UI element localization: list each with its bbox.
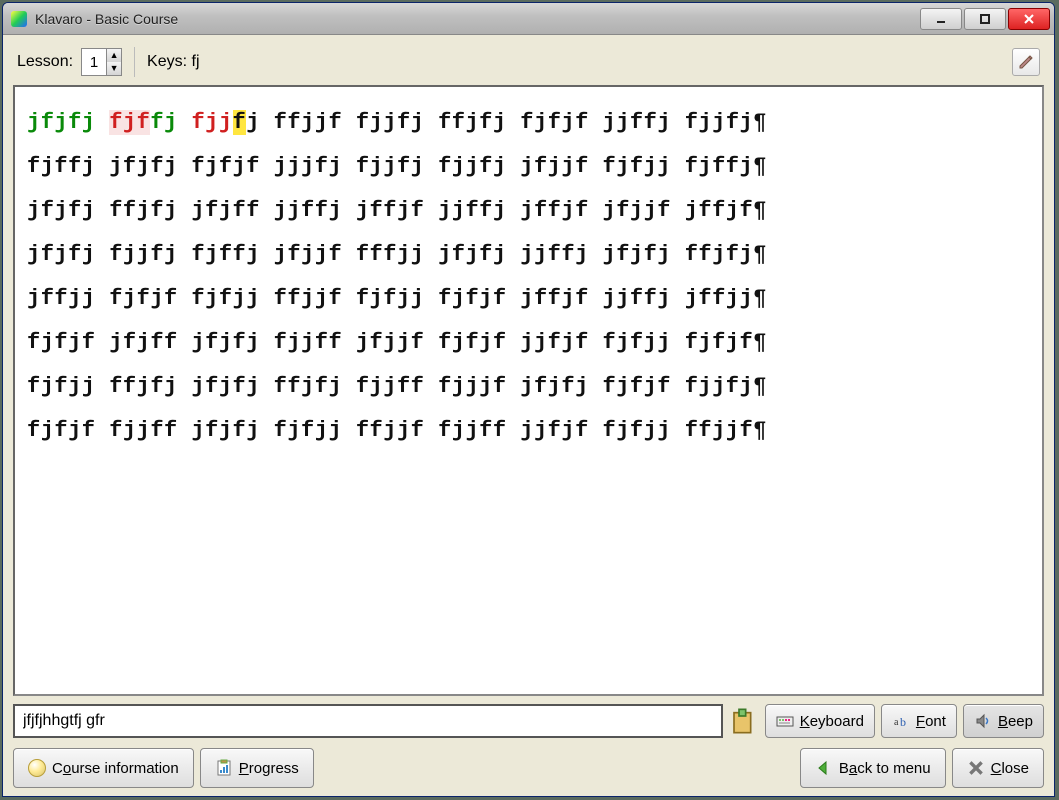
back-to-menu-button[interactable]: Back to menu xyxy=(800,748,946,788)
text-line-5: jffjj fjfjf fjfjj ffjjf fjfjj fjfjf jffj… xyxy=(27,277,1030,321)
text-line-1: jfjfj fjffj fjjfj ffjjf fjjfj ffjfj fjfj… xyxy=(27,101,1030,145)
beep-button[interactable]: Beep xyxy=(963,704,1044,738)
lightbulb-icon xyxy=(28,759,46,777)
font-button[interactable]: ab Font xyxy=(881,704,957,738)
lesson-spinner[interactable]: ▲ ▼ xyxy=(81,48,122,76)
window-controls xyxy=(920,8,1050,30)
text-line-4: jfjfj fjjfj fjffj jfjjf fffjj jfjfj jjff… xyxy=(27,233,1030,277)
lesson-text-area: jfjfj fjffj fjjfj ffjjf fjjfj ffjfj fjfj… xyxy=(13,85,1044,696)
text-line-8: fjfjf fjjff jfjfj fjfjj ffjjf fjjff jjfj… xyxy=(27,409,1030,453)
typing-cursor: f xyxy=(233,110,247,135)
text-line-3: jfjfj ffjfj jfjff jjffj jffjf jjffj jffj… xyxy=(27,189,1030,233)
maximize-button[interactable] xyxy=(964,8,1006,30)
clipboard-chart-icon xyxy=(215,759,233,777)
input-row: KKeyboardeyboard ab Font Beep xyxy=(13,696,1044,742)
close-button[interactable]: Close xyxy=(952,748,1044,788)
footer-row: Course information Progress Back to menu… xyxy=(13,742,1044,788)
speaker-icon xyxy=(974,712,992,730)
window-title: Klavaro - Basic Course xyxy=(35,11,920,27)
lesson-number-input[interactable] xyxy=(82,49,106,75)
lesson-label: Lesson: xyxy=(17,53,73,71)
arrow-left-icon xyxy=(815,759,833,777)
top-toolbar: Lesson: ▲ ▼ Keys: fj xyxy=(13,45,1044,85)
toolbar-divider xyxy=(134,47,135,77)
app-window: Klavaro - Basic Course Lesson: ▲ ▼ xyxy=(2,2,1055,797)
svg-text:a: a xyxy=(894,717,899,728)
keyboard-icon xyxy=(776,712,794,730)
keyboard-button[interactable]: KKeyboardeyboard xyxy=(765,704,875,738)
lesson-spin-up[interactable]: ▲ xyxy=(107,49,121,62)
text-line-7: fjfjj ffjfj jfjfj ffjfj fjjff fjjjf jfjf… xyxy=(27,365,1030,409)
paste-icon[interactable] xyxy=(729,706,759,736)
text-line-6: fjfjf jfjff jfjfj fjjff jfjjf fjfjf jjfj… xyxy=(27,321,1030,365)
minimize-button[interactable] xyxy=(920,8,962,30)
typing-input[interactable] xyxy=(13,704,723,738)
pencil-icon xyxy=(1018,54,1034,70)
close-window-button[interactable] xyxy=(1008,8,1050,30)
close-icon xyxy=(967,759,985,777)
svg-text:b: b xyxy=(900,715,906,729)
titlebar[interactable]: Klavaro - Basic Course xyxy=(3,3,1054,35)
window-body: Lesson: ▲ ▼ Keys: fj jfjfj fjffj fjjfj f… xyxy=(3,35,1054,796)
app-icon xyxy=(11,11,27,27)
keys-label: Keys: fj xyxy=(147,53,199,71)
course-information-button[interactable]: Course information xyxy=(13,748,194,788)
edit-lesson-button[interactable] xyxy=(1012,48,1040,76)
progress-button[interactable]: Progress xyxy=(200,748,314,788)
font-icon: ab xyxy=(892,712,910,730)
text-line-2: fjffj jfjfj fjfjf jjjfj fjjfj fjjfj jfjj… xyxy=(27,145,1030,189)
lesson-spin-down[interactable]: ▼ xyxy=(107,62,121,75)
